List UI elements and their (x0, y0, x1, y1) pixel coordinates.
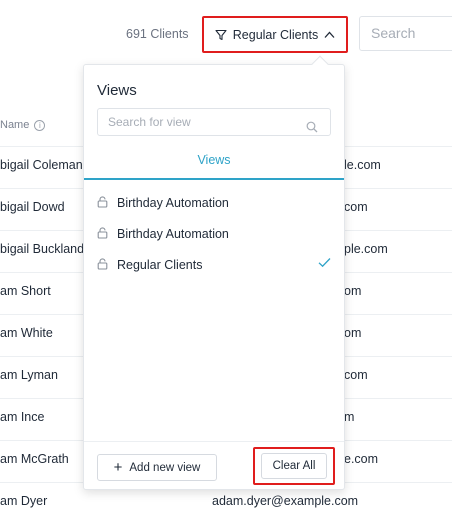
plus-icon: + (113, 459, 123, 476)
client-name: am White (0, 326, 53, 340)
tab-views[interactable]: Views (84, 153, 344, 167)
column-header-label: Name (0, 119, 30, 131)
search-icon (306, 116, 318, 142)
client-name: bigail Dowd (0, 200, 65, 214)
client-email: e.com (344, 452, 379, 466)
filter-icon (215, 29, 227, 41)
search-input[interactable]: Search (359, 16, 452, 51)
view-item-label: Regular Clients (117, 258, 203, 272)
client-email: adam.dyer@example.com (212, 494, 359, 508)
views-dropdown-panel: Views Search for view Views Birthday Aut… (83, 64, 345, 490)
clear-all-highlight: Clear All (253, 447, 335, 485)
client-email: om (344, 326, 362, 340)
column-header-name[interactable]: Name i (0, 119, 46, 131)
client-email: om (344, 284, 362, 298)
view-selector-label: Regular Clients (232, 27, 319, 42)
footer-divider (84, 441, 344, 442)
client-name: am McGrath (0, 452, 69, 466)
client-email: le.com (344, 158, 381, 172)
client-name: bigail Coleman (0, 158, 83, 172)
client-email: ple.com (344, 242, 388, 256)
lock-icon (97, 257, 108, 273)
chevron-up-icon (324, 31, 335, 39)
panel-title: Views (97, 82, 137, 99)
client-name: am Ince (0, 410, 45, 424)
info-icon[interactable]: i (34, 119, 46, 131)
add-new-view-button[interactable]: + Add new view (97, 454, 217, 481)
view-item-label: Birthday Automation (117, 196, 229, 210)
view-item-label: Birthday Automation (117, 227, 229, 241)
view-item[interactable]: Birthday Automation (97, 192, 331, 214)
view-item[interactable]: Birthday Automation (97, 223, 331, 245)
check-icon (318, 257, 331, 271)
client-name: am Dyer (0, 494, 48, 508)
client-count: 691 Clients (126, 27, 189, 41)
client-email: com (344, 368, 368, 382)
client-name: am Lyman (0, 368, 58, 382)
add-new-view-label: Add new view (129, 461, 201, 474)
lock-icon (97, 226, 108, 242)
view-item-selected[interactable]: Regular Clients (97, 254, 331, 276)
client-email: m (344, 410, 355, 424)
view-selector-button[interactable]: Regular Clients (202, 16, 348, 53)
lock-icon (97, 195, 108, 211)
client-email: com (344, 200, 368, 214)
view-search-placeholder: Search for view (108, 115, 191, 129)
client-name: am Short (0, 284, 51, 298)
client-name: bigail Buckland (0, 242, 85, 256)
tab-active-indicator (84, 178, 344, 180)
view-search-input[interactable]: Search for view (97, 108, 331, 136)
clear-all-button[interactable]: Clear All (261, 453, 327, 479)
